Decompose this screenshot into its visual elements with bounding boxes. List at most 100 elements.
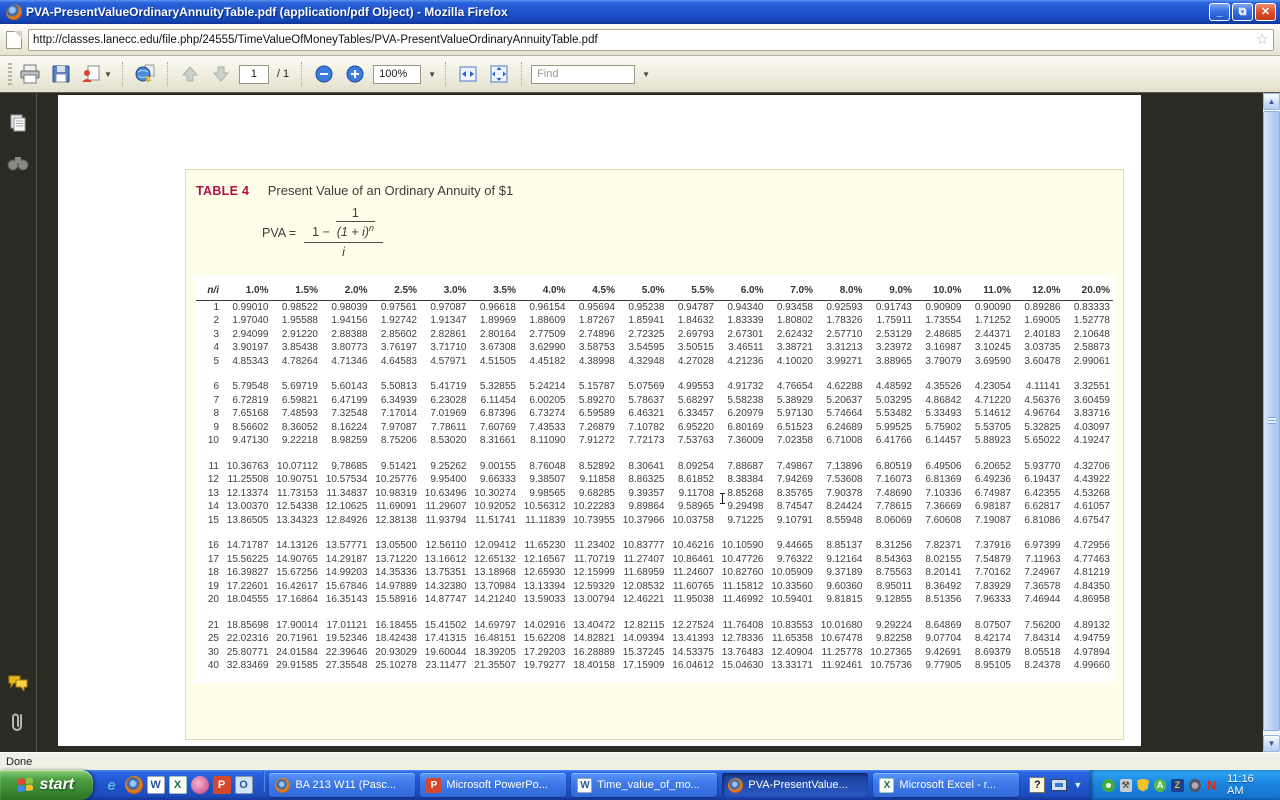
outlook-icon[interactable]: O [235, 776, 253, 794]
value-cell: 16.48151 [470, 632, 520, 646]
tray-icon-agent[interactable] [1102, 779, 1114, 792]
value-cell: 3.88965 [866, 355, 916, 369]
powerpoint-icon[interactable]: P [213, 776, 231, 794]
key-icon[interactable] [191, 776, 209, 794]
toolbar-separator [521, 62, 522, 86]
ie-icon[interactable]: e [103, 776, 121, 794]
firefox-icon[interactable] [125, 776, 143, 794]
network-icon[interactable] [1051, 779, 1067, 791]
value-cell: 4.96764 [1014, 407, 1064, 421]
email-dropdown-arrow[interactable]: ▼ [104, 70, 112, 79]
table-row: 43.901973.854383.807733.761973.717103.67… [196, 341, 1113, 355]
scroll-down-button[interactable]: ▼ [1263, 735, 1280, 752]
value-cell: 7.60769 [470, 421, 520, 435]
bookmark-star-icon[interactable]: ☆ [1256, 34, 1269, 46]
value-cell: 10.47726 [717, 553, 767, 567]
toolbar-grip[interactable] [8, 63, 12, 85]
tray-icon-zonealarm[interactable]: Z [1171, 779, 1183, 792]
value-cell: 6.95220 [668, 421, 718, 435]
value-cell: 7.97087 [371, 421, 421, 435]
taskbar-button[interactable]: PVA-PresentValue... [722, 773, 868, 797]
value-cell: 11.25508 [222, 473, 272, 487]
value-cell: 7.36669 [915, 500, 965, 514]
previous-page-button[interactable] [177, 61, 203, 87]
email-button[interactable]: ▼ [79, 61, 113, 87]
zoom-in-button[interactable] [342, 61, 368, 87]
taskbar-button[interactable]: WTime_value_of_mo... [571, 773, 717, 797]
value-cell: 17.41315 [420, 632, 470, 646]
comments-panel-icon[interactable] [6, 670, 30, 694]
value-cell: 17.15909 [618, 659, 668, 673]
word-icon[interactable]: W [147, 776, 165, 794]
tray-icon-antivirus[interactable]: A [1154, 779, 1166, 792]
hide-icons-chevron[interactable]: ▼ [1073, 780, 1082, 790]
zoom-out-button[interactable] [311, 61, 337, 87]
zoom-dropdown-arrow[interactable]: ▼ [428, 70, 436, 79]
taskbar-button[interactable]: XMicrosoft Excel - r... [873, 773, 1019, 797]
value-cell: 1.95588 [272, 314, 322, 328]
print-button[interactable] [17, 61, 43, 87]
powerpoint-icon: P [426, 778, 441, 793]
find-dropdown-arrow[interactable]: ▼ [642, 70, 650, 79]
value-cell: 10.83553 [767, 619, 817, 633]
tray-icon-tools[interactable]: ⚒ [1120, 779, 1132, 792]
value-cell: 9.37189 [816, 566, 866, 580]
restore-button[interactable]: ⧉ [1232, 3, 1253, 21]
url-input[interactable] [33, 34, 1256, 46]
minimize-button[interactable]: _ [1209, 3, 1230, 21]
value-cell: 4.72956 [1064, 539, 1114, 553]
taskbar-button[interactable]: PMicrosoft PowerPo... [420, 773, 566, 797]
tray-icon-shield[interactable] [1137, 779, 1149, 792]
close-button[interactable]: ✕ [1255, 3, 1276, 21]
value-cell: 12.38138 [371, 514, 421, 528]
value-cell: 2.48685 [915, 328, 965, 342]
value-cell: 9.42691 [915, 646, 965, 660]
value-cell: 4.85343 [222, 355, 272, 369]
fit-width-button[interactable] [455, 61, 481, 87]
taskbar-divider[interactable] [263, 770, 266, 792]
snapshot-button[interactable] [132, 61, 158, 87]
help-tray-icon[interactable]: ? [1029, 777, 1045, 793]
value-cell: 12.40904 [767, 646, 817, 660]
value-cell: 8.64869 [915, 619, 965, 633]
scroll-up-button[interactable]: ▲ [1263, 93, 1280, 110]
tray-icon-updates[interactable] [1189, 779, 1201, 792]
title-bar: PVA-PresentValueOrdinaryAnnuityTable.pdf… [0, 0, 1280, 24]
firefox-icon [6, 4, 22, 20]
value-cell: 4.11141 [1014, 380, 1064, 394]
value-cell: 12.54338 [272, 500, 322, 514]
save-button[interactable] [48, 61, 74, 87]
attachments-paperclip-icon[interactable] [6, 710, 30, 734]
value-cell: 13.40472 [569, 619, 619, 633]
value-cell: 11.46992 [717, 593, 767, 607]
value-cell: 11.11839 [519, 514, 569, 528]
value-cell: 8.86325 [618, 473, 668, 487]
value-cell: 6.80169 [717, 421, 767, 435]
value-cell: 4.35526 [915, 380, 965, 394]
excel-icon[interactable]: X [169, 776, 187, 794]
fit-page-button[interactable] [486, 61, 512, 87]
page-number-input[interactable]: 1 [239, 65, 269, 84]
search-binoculars-icon[interactable] [6, 151, 30, 175]
value-cell: 4.38998 [569, 355, 619, 369]
value-cell: 6.73274 [519, 407, 569, 421]
pages-panel-icon[interactable] [6, 111, 30, 135]
value-cell: 14.82821 [569, 632, 619, 646]
value-cell: 2.85602 [371, 328, 421, 342]
value-cell: 9.47130 [222, 434, 272, 448]
taskbar: start eWXPO BA 213 W11 (Pasc...PMicrosof… [0, 770, 1280, 800]
value-cell: 10.30274 [470, 487, 520, 501]
find-input[interactable]: Find [531, 65, 635, 84]
zoom-level-select[interactable]: 100% [373, 65, 421, 84]
value-cell: 5.65022 [1014, 434, 1064, 448]
email-document-icon [80, 64, 102, 84]
value-cell: 15.67256 [272, 566, 322, 580]
value-cell: 0.95238 [618, 300, 668, 314]
next-page-button[interactable] [208, 61, 234, 87]
scroll-thumb[interactable] [1263, 111, 1280, 731]
value-cell: 13.34323 [272, 514, 322, 528]
start-button[interactable]: start [0, 770, 93, 800]
column-header: 8.0% [816, 281, 866, 300]
tray-icon-nod32[interactable]: N [1206, 779, 1218, 792]
taskbar-button[interactable]: BA 213 W11 (Pasc... [269, 773, 415, 797]
